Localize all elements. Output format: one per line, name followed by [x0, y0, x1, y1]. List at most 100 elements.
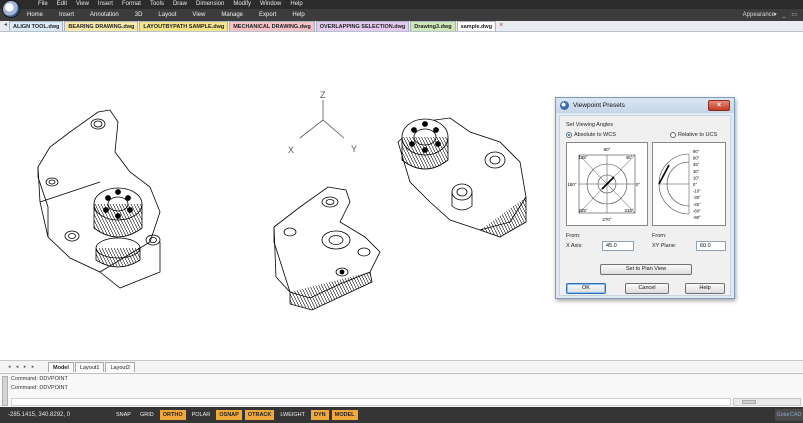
ribbon-tab-view[interactable]: View — [184, 9, 213, 21]
angle-label: 225° — [578, 208, 588, 213]
from-xy-label: From: — [652, 233, 667, 239]
appearance-menu[interactable]: Appearance — [743, 9, 775, 21]
angle-label: 60° — [693, 156, 700, 161]
layout-tab-layout1[interactable]: Layout1 — [74, 361, 105, 372]
layout-tab-layout2[interactable]: Layout2 — [105, 361, 136, 372]
angle-label: 180° — [567, 182, 577, 187]
angle-label: 135° — [578, 155, 588, 160]
menu-item-file[interactable]: File — [38, 0, 48, 9]
doc-tab[interactable]: OVERLAPPING SELECTION.dwg — [315, 21, 410, 31]
status-toggle-otrack[interactable]: OTRACK — [244, 410, 275, 420]
ribbon-tab-help[interactable]: Help — [284, 9, 312, 21]
x-axis-angle-picker[interactable]: 90° 135° 45° 180° 0° 225° 315° 270° — [566, 142, 648, 226]
dialog-app-icon — [560, 101, 569, 110]
menu-item-dimension[interactable]: Dimension — [196, 0, 224, 9]
angle-label: 0° — [636, 182, 641, 187]
doc-tab[interactable]: MECHANICAL DRAWING.dwg — [229, 21, 315, 31]
layout-nav-arrows-icon[interactable]: ◂ ◂ ▸ ▸ — [0, 364, 48, 370]
close-tab-icon[interactable]: × — [497, 21, 503, 31]
ribbon-tab-3d[interactable]: 3D — [127, 9, 151, 21]
menu-item-help[interactable]: Help — [290, 0, 302, 9]
status-toggle-snap[interactable]: SNAP — [113, 410, 134, 420]
from-x-label: From: — [566, 233, 581, 239]
status-toggle-osnap[interactable]: OSNAP — [216, 410, 242, 420]
menu-item-tools[interactable]: Tools — [150, 0, 164, 9]
status-bar: -285.1415, 340.8292, 0 SNAP GRID ORTHO POLA… — [0, 407, 803, 423]
ribbon-tab-manage[interactable]: Manage — [213, 9, 251, 21]
axis-z-label: Z — [320, 90, 326, 100]
doc-tab[interactable]: Drawing3.dwg — [410, 21, 456, 31]
menu-item-draw[interactable]: Draw — [173, 0, 187, 9]
xy-plane-input[interactable]: 60.0 — [696, 241, 726, 251]
relative-to-ucs-radio[interactable]: Relative to UCS — [670, 132, 717, 138]
command-window: Command: DDVPOINT Command: DDVPOINT — [0, 373, 803, 407]
status-toggle-model[interactable]: MODEL — [331, 410, 358, 420]
cancel-button[interactable]: Cancel — [625, 283, 669, 294]
cad-part-middle[interactable] — [273, 186, 381, 311]
cursor-coordinates: -285.1415, 340.8292, 0 — [8, 412, 71, 418]
angle-label: 45° — [626, 155, 633, 160]
menu-item-modify[interactable]: Modify — [233, 0, 251, 9]
command-history-line: Command: DDVPOINT — [11, 376, 68, 382]
help-button[interactable]: Help — [685, 283, 725, 294]
radio-unselected-icon — [670, 132, 676, 138]
menu-bar: File Edit View Insert Format Tools Draw Dimensi… — [0, 0, 803, 18]
angle-label: 315° — [624, 208, 634, 213]
xy-plane-angle-picker[interactable]: 90° 60° 45° 30° 10° 0° -10° -30° -45° -60° -90° — [652, 142, 726, 226]
angle-label: 90° — [693, 149, 700, 154]
ribbon-tab-export[interactable]: Export — [251, 9, 284, 21]
doc-tab[interactable]: BEARING DRAWING.dwg — [64, 21, 139, 31]
menu-item-edit[interactable]: Edit — [57, 0, 67, 9]
cad-part-right[interactable] — [397, 117, 527, 238]
close-button[interactable]: × — [708, 100, 730, 111]
ribbon-tab-insert[interactable]: Insert — [51, 9, 82, 21]
ribbon-tab-home[interactable]: Home — [19, 9, 51, 21]
doc-tab-scroll-icon[interactable]: ◂ — [2, 20, 9, 31]
menu-item-format[interactable]: Format — [122, 0, 141, 9]
angle-label: -60° — [693, 208, 701, 213]
xy-plane-angle-graphic: 90° 60°45° 30°10° 0° -10°-30° -45°-60° -90° — [658, 149, 701, 220]
command-history-line: Command: DDVPOINT — [11, 385, 68, 391]
command-window-grip-icon[interactable] — [2, 376, 8, 406]
cad-window: File Edit View Insert Format Tools Draw Dimensi… — [0, 0, 803, 423]
angle-label: 45° — [693, 162, 700, 167]
doc-tab[interactable]: sample.dwg — [456, 21, 497, 31]
viewpoint-presets-dialog: Viewpoint Presets × Set Viewing Angles A… — [555, 97, 735, 299]
angle-label: -45° — [693, 202, 701, 207]
menu-item-window[interactable]: Window — [260, 0, 281, 9]
angle-label: 270° — [602, 217, 612, 222]
angle-label: 10° — [693, 175, 700, 180]
ribbon-tab-annotation[interactable]: Annotation — [82, 9, 127, 21]
set-to-plan-view-button[interactable]: Set to Plan View — [600, 264, 692, 275]
layout-tab-bar: ◂ ◂ ▸ ▸ Model Layout1 Layout2 — [0, 360, 803, 372]
ucs-axis-icon — [299, 100, 345, 139]
dialog-title: Viewpoint Presets — [573, 102, 625, 109]
dialog-body: Set Viewing Angles Absolute to WCS Relat… — [559, 115, 731, 296]
status-toggle-polar[interactable]: POLAR — [189, 410, 214, 420]
dialog-title-bar[interactable]: Viewpoint Presets × — [556, 98, 734, 113]
command-input[interactable] — [11, 398, 731, 406]
xy-plane-label: XY Plane: — [652, 243, 677, 249]
status-toggle-lweight[interactable]: LWEIGHT — [277, 410, 308, 420]
absolute-to-wcs-radio[interactable]: Absolute to WCS — [566, 132, 616, 138]
app-logo-icon[interactable] — [2, 0, 20, 18]
menu-item-view[interactable]: View — [76, 0, 89, 9]
command-scrollbar[interactable] — [733, 398, 801, 406]
cad-part-left[interactable] — [37, 109, 161, 289]
doc-tab[interactable]: ALIGN TOOL.dwg — [9, 21, 64, 31]
status-toggle-dyn[interactable]: DYN — [311, 410, 329, 420]
absolute-to-wcs-label: Absolute to WCS — [574, 132, 616, 138]
ribbon-tabs: Home Insert Annotation 3D Layout View Manage Ex… — [19, 9, 313, 21]
x-axis-label: X Axis: — [566, 243, 583, 249]
x-axis-input[interactable]: 45.0 — [602, 241, 634, 251]
ok-button[interactable]: OK — [566, 283, 606, 294]
menu-item-insert[interactable]: Insert — [98, 0, 113, 9]
ribbon-tab-layout[interactable]: Layout — [150, 9, 184, 21]
status-toggle-grid[interactable]: GRID — [137, 410, 157, 420]
layout-tab-model[interactable]: Model — [48, 361, 74, 372]
doc-tab[interactable]: LAYOUTBYPATH SAMPLE.dwg — [139, 21, 229, 31]
window-controls[interactable]: ▾ _ ▭ — [774, 9, 799, 21]
scrollbar-thumb[interactable] — [742, 400, 756, 404]
status-toggle-ortho[interactable]: ORTHO — [159, 410, 186, 420]
angle-label: -10° — [693, 189, 701, 194]
